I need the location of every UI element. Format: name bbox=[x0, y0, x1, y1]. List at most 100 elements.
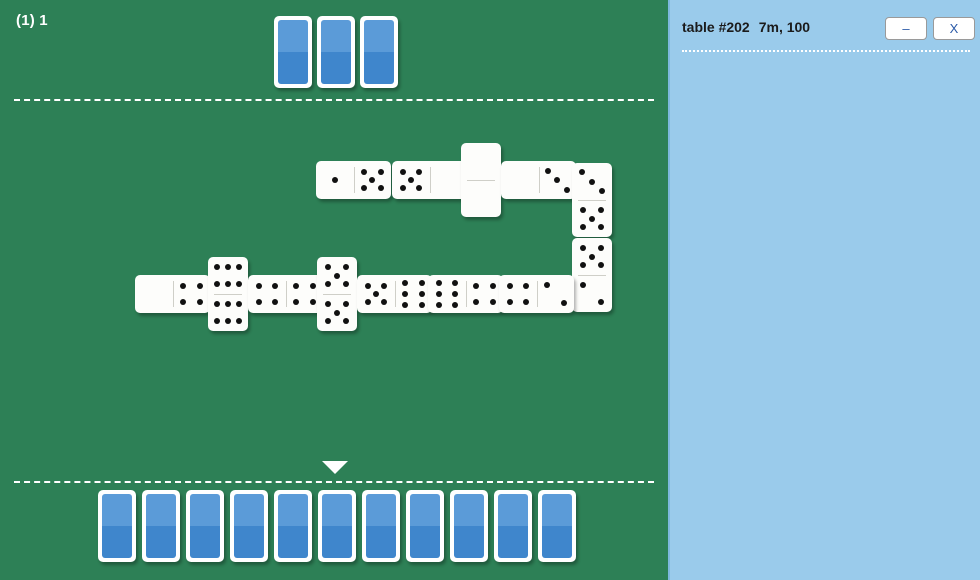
tile-back-face bbox=[102, 494, 132, 558]
tile-back-upper bbox=[321, 20, 351, 52]
panel-header: table #202 7m, 100 – X bbox=[670, 0, 980, 48]
pip bbox=[402, 301, 408, 308]
pip bbox=[554, 177, 561, 183]
pip-group-3 bbox=[539, 161, 577, 199]
tile-divider bbox=[285, 281, 287, 307]
player-domino-tile[interactable] bbox=[142, 490, 180, 562]
pip-group-0 bbox=[461, 143, 501, 180]
pip bbox=[272, 299, 278, 306]
pip bbox=[407, 177, 414, 183]
pip bbox=[236, 264, 243, 271]
pip bbox=[399, 185, 406, 192]
minimize-button[interactable]: – bbox=[885, 17, 927, 40]
pip bbox=[589, 178, 595, 185]
pip bbox=[418, 301, 425, 308]
tile-half bbox=[501, 161, 539, 199]
player-domino-tile[interactable] bbox=[362, 490, 400, 562]
player-domino-tile[interactable] bbox=[318, 490, 356, 562]
player-domino-tile[interactable] bbox=[450, 490, 488, 562]
tile-back-upper bbox=[454, 494, 484, 526]
pip bbox=[506, 299, 513, 306]
player-domino-tile[interactable] bbox=[274, 490, 312, 562]
tile-half bbox=[466, 275, 504, 313]
player-domino-tile[interactable] bbox=[230, 490, 268, 562]
tile-half bbox=[539, 161, 577, 199]
player-domino-tile[interactable] bbox=[186, 490, 224, 562]
pip bbox=[597, 223, 604, 230]
pip bbox=[452, 301, 458, 308]
pip bbox=[180, 299, 186, 306]
pip bbox=[544, 167, 551, 174]
pip bbox=[589, 215, 595, 222]
pip bbox=[196, 299, 203, 306]
player-domino-tile[interactable] bbox=[98, 490, 136, 562]
pip bbox=[213, 301, 220, 308]
pip bbox=[377, 168, 384, 175]
tile-divider bbox=[394, 281, 396, 307]
tile-divider bbox=[429, 167, 431, 193]
tile-back-upper bbox=[234, 494, 264, 526]
pip-group-0 bbox=[461, 180, 501, 217]
pip-group-2 bbox=[537, 275, 575, 313]
pip bbox=[331, 177, 338, 183]
tile-back-face bbox=[278, 494, 308, 558]
pip-group-4 bbox=[466, 275, 504, 313]
pip bbox=[342, 301, 349, 308]
pip bbox=[579, 281, 586, 288]
pip-group-1 bbox=[316, 161, 354, 199]
pip bbox=[272, 282, 278, 289]
pip-group-6 bbox=[208, 257, 248, 294]
tile-half bbox=[392, 161, 430, 199]
tile-half bbox=[461, 143, 501, 180]
pip bbox=[293, 299, 299, 306]
pip bbox=[473, 282, 479, 289]
tile-divider bbox=[538, 167, 540, 193]
tile-half bbox=[461, 180, 501, 217]
tile-back-lower bbox=[190, 526, 220, 558]
player-domino-tile[interactable] bbox=[406, 490, 444, 562]
tile-half bbox=[357, 275, 395, 313]
tile-back-lower bbox=[542, 526, 572, 558]
pip-group-6 bbox=[208, 294, 248, 331]
pip-group-5 bbox=[392, 161, 430, 199]
tile-back-lower bbox=[322, 526, 352, 558]
board-domino-0-0 bbox=[461, 143, 501, 217]
tile-divider bbox=[467, 180, 495, 181]
tile-half bbox=[395, 275, 433, 313]
pip bbox=[225, 317, 231, 324]
pip bbox=[597, 261, 604, 268]
tile-back-face bbox=[364, 20, 394, 84]
tile-divider bbox=[353, 167, 355, 193]
tile-back-lower bbox=[366, 526, 396, 558]
player-domino-tile[interactable] bbox=[494, 490, 532, 562]
pip-group-3 bbox=[572, 163, 612, 200]
pip bbox=[342, 264, 349, 271]
close-button[interactable]: X bbox=[933, 17, 975, 40]
pip bbox=[225, 280, 231, 287]
pip bbox=[236, 280, 243, 287]
pip bbox=[435, 291, 442, 297]
pip bbox=[416, 185, 422, 192]
pip bbox=[598, 299, 605, 305]
tile-back-face bbox=[542, 494, 572, 558]
pip bbox=[325, 317, 332, 324]
pip bbox=[361, 168, 367, 175]
tile-half bbox=[173, 275, 211, 313]
tile-back-upper bbox=[410, 494, 440, 526]
pip bbox=[399, 168, 406, 175]
pip bbox=[342, 280, 349, 287]
tile-divider bbox=[578, 275, 606, 276]
tile-back-upper bbox=[366, 494, 396, 526]
tile-divider bbox=[578, 200, 606, 201]
player-domino-tile[interactable] bbox=[538, 490, 576, 562]
pip bbox=[563, 186, 570, 193]
tile-back-face bbox=[366, 494, 396, 558]
tile-half bbox=[208, 257, 248, 294]
pip bbox=[334, 309, 340, 316]
game-table[interactable]: (1) 1 bbox=[0, 0, 668, 580]
pip bbox=[435, 301, 442, 308]
tile-back-upper bbox=[498, 494, 528, 526]
pip-group-0 bbox=[501, 161, 539, 199]
board-domino-6-6 bbox=[208, 257, 248, 331]
tile-back-upper bbox=[102, 494, 132, 526]
